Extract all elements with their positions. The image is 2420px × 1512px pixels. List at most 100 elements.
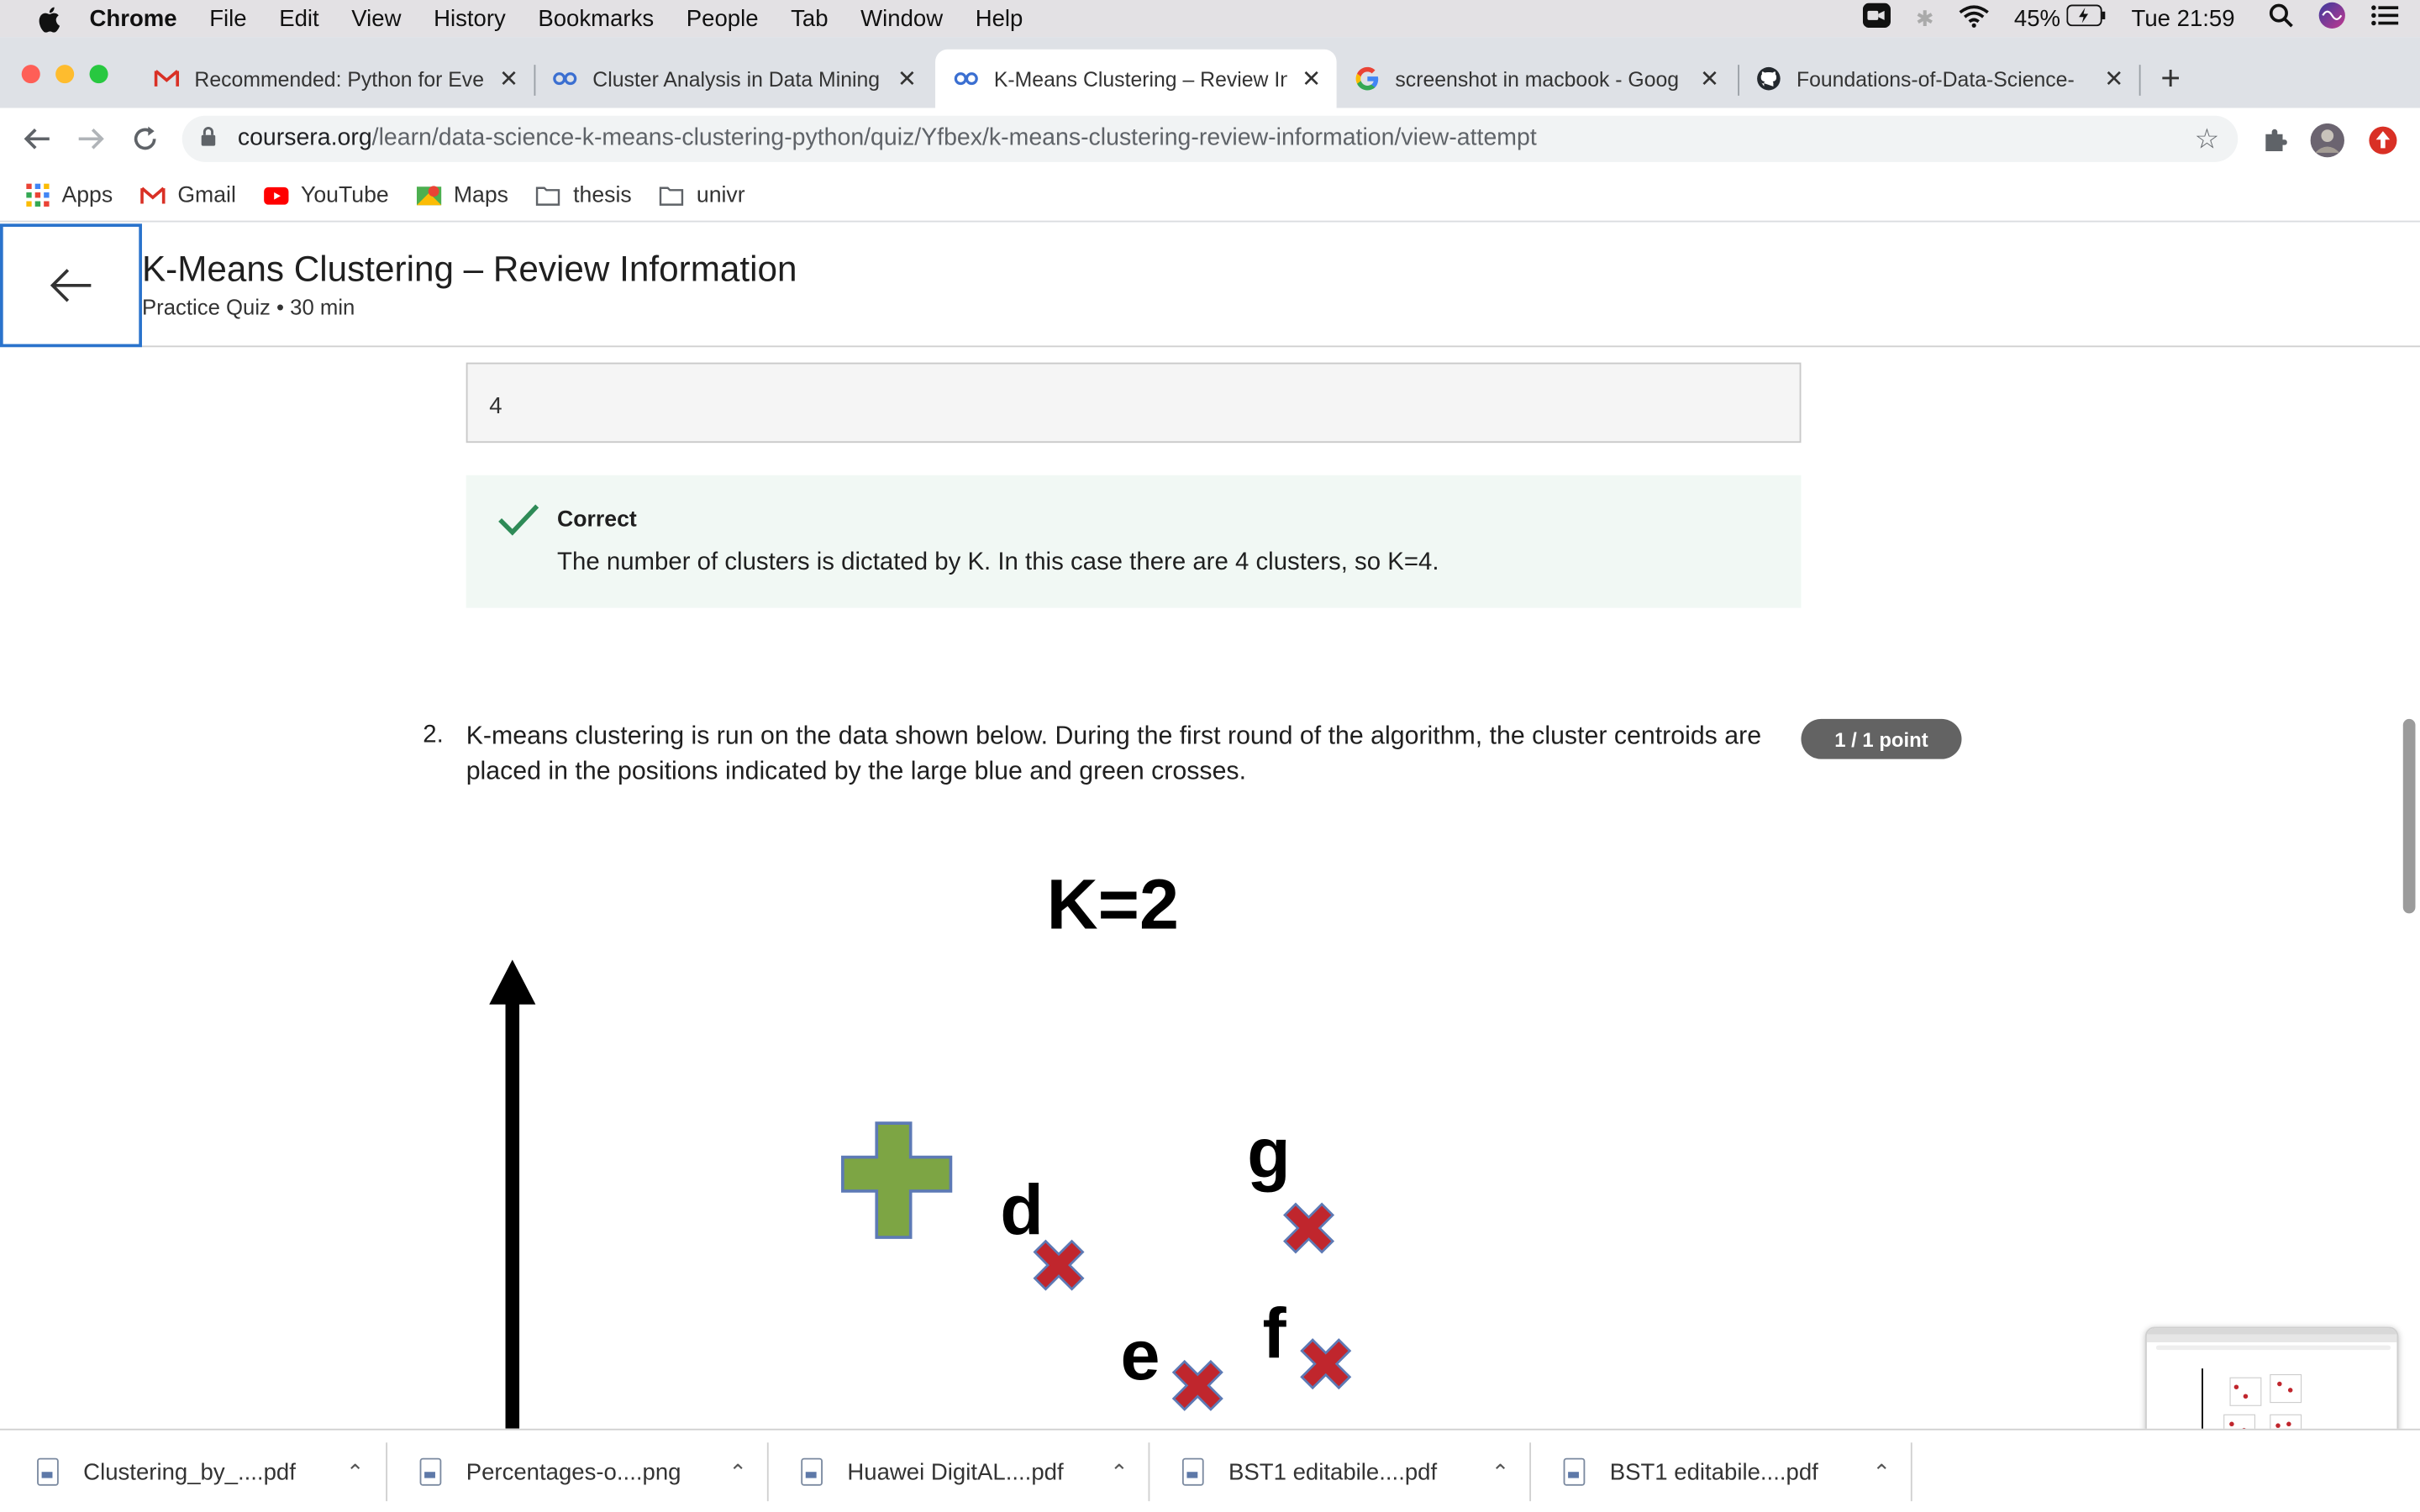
close-tab-icon[interactable]: ✕ (499, 65, 518, 92)
video-camera-icon[interactable] (1863, 3, 1891, 34)
download-item[interactable]: Clustering_by_....pdf ⌃ (37, 1431, 386, 1512)
image-file-icon (419, 1457, 442, 1486)
youtube-icon (263, 183, 289, 207)
tab-divider (534, 65, 536, 96)
maps-icon (416, 183, 442, 207)
menu-help[interactable]: Help (976, 5, 1023, 31)
chevron-up-icon[interactable]: ⌃ (1491, 1459, 1510, 1485)
lock-icon[interactable] (201, 127, 216, 151)
tab-google-search[interactable]: screenshot in macbook - Goog ✕ (1339, 50, 1734, 108)
kmeans-figure: K=2 d g e f (463, 841, 1544, 1429)
download-filename: Huawei DigitAL....pdf (847, 1458, 1064, 1485)
new-tab-plus-icon[interactable]: + (2160, 59, 2181, 99)
bookmark-label: thesis (573, 182, 632, 208)
bookmarks-bar: Apps Gmail YouTube Maps thesis univr (0, 170, 2420, 223)
battery-percent[interactable]: 45% (2014, 5, 2060, 31)
bookmark-label: Gmail (177, 182, 236, 208)
y-axis-arrowhead (489, 959, 536, 1005)
window-close-button[interactable] (21, 65, 40, 84)
extensions-puzzle-icon[interactable] (2258, 123, 2291, 157)
chevron-up-icon[interactable]: ⌃ (346, 1459, 365, 1485)
tab-gmail[interactable]: Recommended: Python for Eve ✕ (139, 50, 534, 108)
bookmark-star-icon[interactable]: ☆ (2195, 123, 2220, 155)
bookmark-apps[interactable]: Apps (24, 183, 113, 207)
tab-cluster-analysis[interactable]: Cluster Analysis in Data Mining ✕ (537, 50, 932, 108)
download-filename: Clustering_by_....pdf (83, 1458, 296, 1485)
battery-charging-icon[interactable] (2066, 4, 2107, 33)
tab-github[interactable]: Foundations-of-Data-Science- ✕ (1741, 50, 2139, 108)
menu-bookmarks[interactable]: Bookmarks (538, 5, 654, 31)
menubar-status-area: ✱ 45% Tue 21:59 (1863, 0, 2420, 37)
profile-avatar[interactable] (2310, 123, 2344, 158)
feedback-title: Correct (557, 507, 637, 533)
download-item[interactable]: BST1 editabile....pdf ⌃ (1181, 1431, 1531, 1512)
menu-tab[interactable]: Tab (791, 5, 828, 31)
green-centroid-cross (841, 1121, 953, 1239)
download-item[interactable]: BST1 editabile....pdf ⌃ (1563, 1431, 1912, 1512)
window-minimize-button[interactable] (55, 65, 75, 84)
bookmark-folder-univr[interactable]: univr (660, 183, 745, 207)
siri-icon[interactable] (2318, 2, 2346, 35)
wifi-icon[interactable] (1959, 4, 1990, 34)
page-scrollbar-thumb[interactable] (2402, 718, 2416, 914)
close-tab-icon[interactable]: ✕ (897, 65, 917, 92)
chevron-up-icon[interactable]: ⌃ (1872, 1459, 1891, 1485)
coursera-icon (954, 66, 978, 91)
menu-view[interactable]: View (351, 5, 401, 31)
notification-center-icon[interactable] (2370, 5, 2399, 33)
chevron-up-icon[interactable]: ⌃ (729, 1459, 747, 1485)
close-tab-icon[interactable]: ✕ (2104, 65, 2123, 92)
shelf-divider (386, 1442, 388, 1502)
download-item[interactable]: Percentages-o....png ⌃ (419, 1431, 769, 1512)
menu-edit[interactable]: Edit (279, 5, 318, 31)
folder-icon (660, 183, 684, 207)
bluetooth-icon[interactable]: ✱ (1916, 5, 1934, 31)
forward-arrow-icon[interactable] (72, 120, 109, 157)
point-label-g: g (1247, 1113, 1291, 1192)
bookmark-maps[interactable]: Maps (416, 182, 509, 208)
tab-kmeans-review[interactable]: K-Means Clustering – Review In ✕ (935, 49, 1337, 108)
google-icon (1355, 66, 1380, 91)
back-button[interactable] (0, 223, 142, 348)
menu-file[interactable]: File (209, 5, 246, 31)
apple-icon[interactable] (34, 5, 61, 33)
spotlight-search-icon[interactable] (2269, 3, 2293, 34)
shelf-divider (1529, 1442, 1532, 1502)
close-tab-icon[interactable]: ✕ (1302, 65, 1321, 92)
macos-menubar: Chrome File Edit View History Bookmarks … (0, 0, 2420, 38)
feedback-correct: Correct The number of clusters is dictat… (466, 475, 1802, 608)
gmail-icon (140, 183, 166, 207)
pdf-file-icon (1181, 1457, 1204, 1486)
tab-title: screenshot in macbook - Goog (1395, 66, 1680, 91)
reload-icon[interactable] (127, 120, 164, 157)
question-number: 2. (423, 722, 444, 748)
bookmark-label: Apps (61, 182, 113, 208)
data-point-e (1171, 1359, 1223, 1411)
point-label-f: f (1262, 1294, 1286, 1373)
tab-title: Recommended: Python for Eve (194, 66, 485, 91)
browser-tab-strip: Recommended: Python for Eve ✕ Cluster An… (0, 37, 2420, 108)
bookmark-label: YouTube (301, 182, 389, 208)
download-filename: BST1 editabile....pdf (1609, 1458, 1818, 1485)
github-icon (1756, 66, 1781, 91)
downloads-shelf: Clustering_by_....pdf ⌃ Percentages-o...… (0, 1428, 2420, 1512)
download-item[interactable]: Huawei DigitAL....pdf ⌃ (801, 1431, 1150, 1512)
menubar-clock[interactable]: Tue 21:59 (2132, 5, 2235, 31)
menu-app-name[interactable]: Chrome (90, 5, 177, 31)
bookmark-youtube[interactable]: YouTube (263, 182, 389, 208)
menu-history[interactable]: History (434, 5, 506, 31)
shelf-divider (766, 1442, 769, 1502)
points-badge: 1 / 1 point (1801, 718, 1962, 759)
menu-window[interactable]: Window (860, 5, 943, 31)
menu-people[interactable]: People (687, 5, 759, 31)
close-tab-icon[interactable]: ✕ (1700, 65, 1719, 92)
bookmark-label: Maps (453, 182, 509, 208)
bookmark-gmail[interactable]: Gmail (140, 183, 236, 207)
window-zoom-button[interactable] (89, 65, 108, 84)
pdf-file-icon (801, 1457, 823, 1486)
address-bar[interactable]: coursera.org/learn/data-science-k-means-… (182, 115, 2238, 162)
chevron-up-icon[interactable]: ⌃ (1110, 1459, 1128, 1485)
update-alert-icon[interactable] (2366, 123, 2400, 157)
bookmark-folder-thesis[interactable]: thesis (536, 183, 632, 207)
back-arrow-icon[interactable] (18, 120, 55, 157)
